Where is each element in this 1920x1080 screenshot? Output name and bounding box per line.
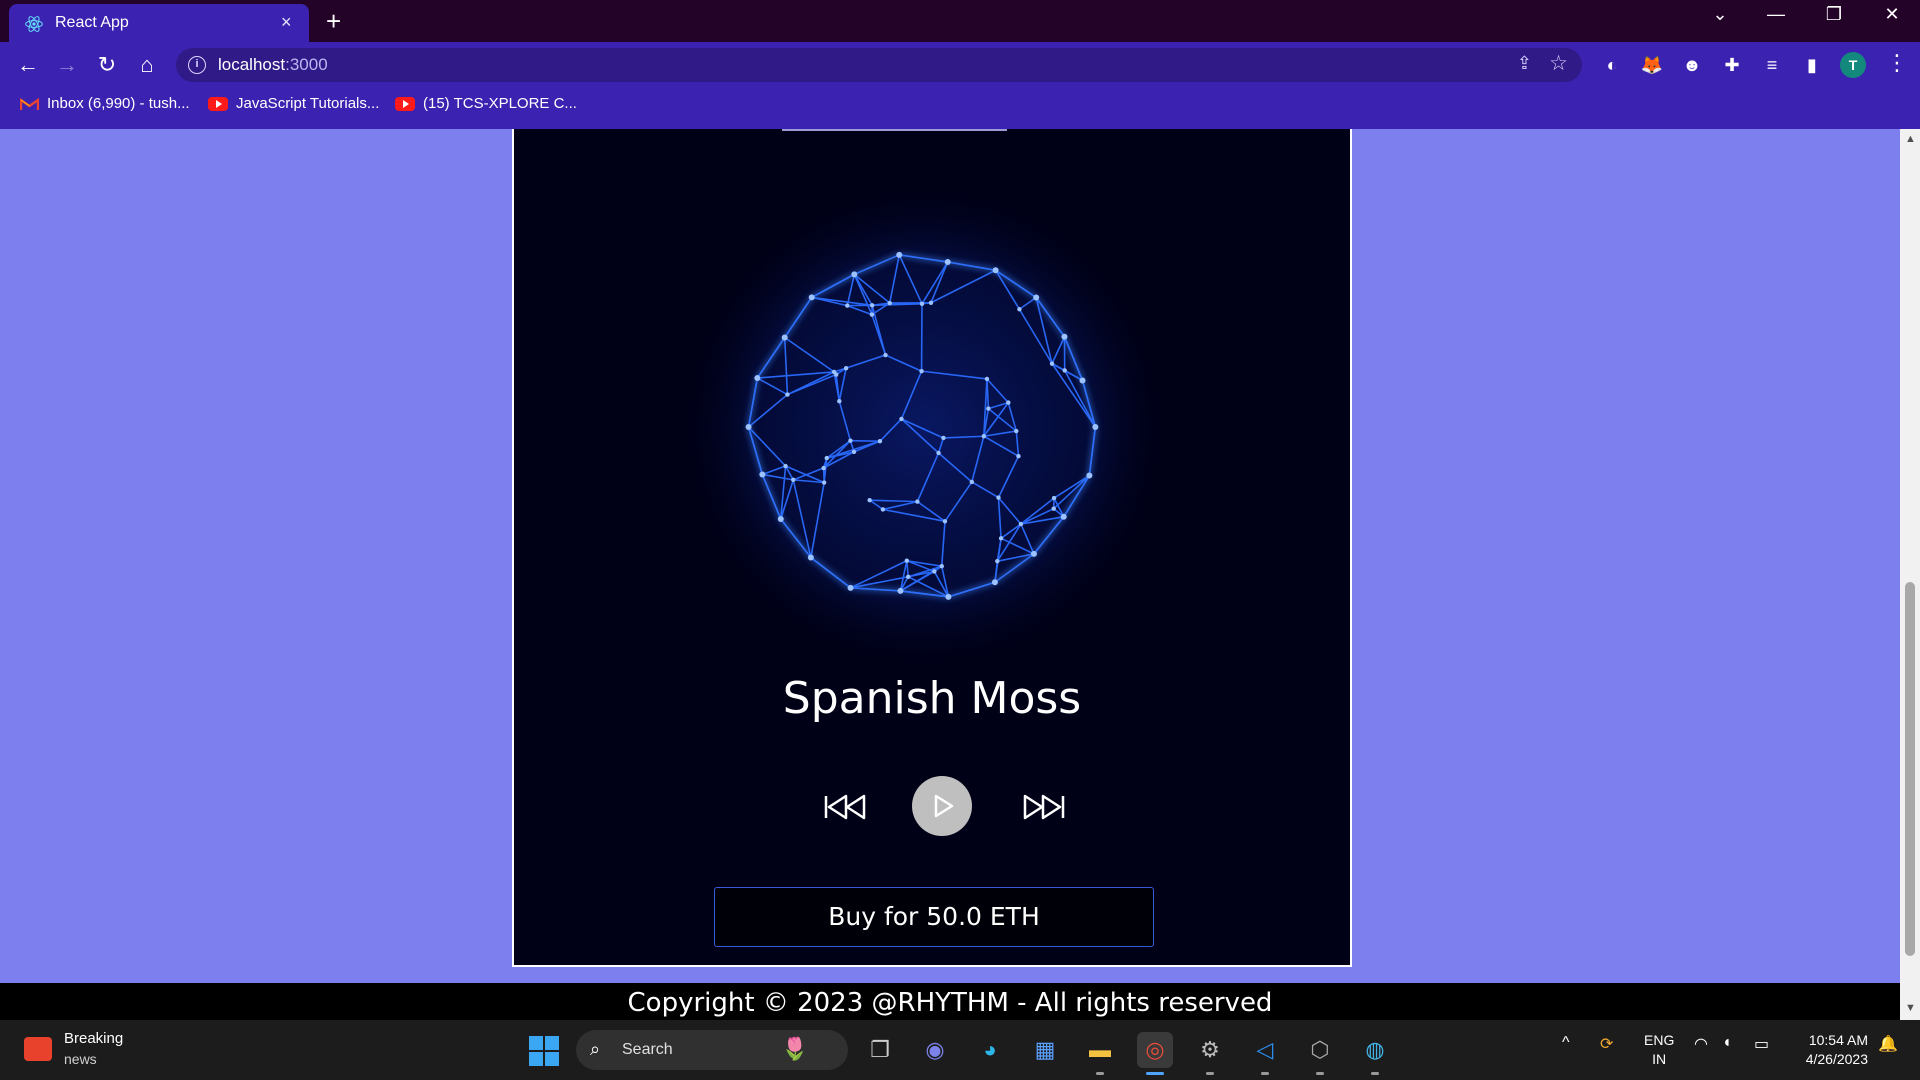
paint-app-icon[interactable]: ◍ — [1357, 1032, 1393, 1068]
close-tab-icon[interactable]: × — [281, 12, 292, 33]
search-label: Search — [622, 1041, 673, 1058]
edge-browser-icon[interactable]: ◕ — [972, 1032, 1008, 1068]
bookmark-label: Inbox (6,990) - tush... — [47, 95, 190, 112]
show-hidden-icons-chevron-icon[interactable]: ^ — [1562, 1034, 1570, 1052]
notification-bell-icon[interactable]: 🔔 — [1878, 1034, 1898, 1054]
tab-strip: React App × + ⌄ — ❐ ✕ — [0, 0, 1920, 42]
media-control-icon[interactable]: ≡ — [1760, 53, 1784, 77]
active-indicator — [1146, 1072, 1164, 1075]
play-button[interactable] — [912, 776, 972, 836]
news-widget-icon[interactable] — [24, 1037, 52, 1061]
bookmark-tcs-xplore[interactable]: (15) TCS-XPLORE C... — [395, 95, 577, 112]
page-scrollbar[interactable]: ▲ ▼ — [1900, 129, 1920, 1020]
settings-gear-icon[interactable]: ⚙ — [1192, 1032, 1228, 1068]
running-indicator — [1316, 1072, 1324, 1075]
reload-icon[interactable]: ↻ — [92, 52, 122, 78]
card-divider — [782, 129, 1007, 131]
windows-taskbar: Breaking news ⌕ Search 🌷 ❐ ◉ ◕ ▦ ▬ ◎ ⚙ ◁… — [0, 1020, 1920, 1080]
scroll-up-arrow-icon[interactable]: ▲ — [1905, 133, 1916, 145]
running-indicator — [1261, 1072, 1269, 1075]
share-icon[interactable]: ⇪ — [1517, 53, 1532, 74]
youtube-icon — [395, 96, 415, 111]
url-host: localhost — [218, 55, 286, 74]
scroll-down-arrow-icon[interactable]: ▼ — [1905, 1002, 1916, 1014]
microsoft-store-icon[interactable]: ▦ — [1027, 1032, 1063, 1068]
buy-button[interactable]: Buy for 50.0 ETH — [714, 887, 1154, 947]
sync-status-icon[interactable]: ⟳ — [1600, 1034, 1613, 1054]
search-highlight-art-icon: 🌷 — [781, 1036, 809, 1061]
song-title: Spanish Moss — [782, 673, 1082, 724]
side-panel-icon[interactable]: ▮ — [1800, 53, 1824, 77]
bookmark-javascript-tutorials[interactable]: JavaScript Tutorials... — [208, 95, 379, 112]
footer-copyright: Copyright © 2023 @RHYTHM - All rights re… — [0, 983, 1900, 1020]
lang-code: ENG — [1644, 1032, 1675, 1048]
bookmark-label: (15) TCS-XPLORE C... — [423, 95, 577, 112]
gmail-icon — [20, 97, 39, 110]
running-indicator — [1206, 1072, 1214, 1075]
play-icon — [934, 794, 954, 818]
input-language[interactable]: ENG IN — [1644, 1031, 1674, 1069]
restore-icon[interactable]: ❐ — [1814, 4, 1854, 25]
news-widget-subtitle[interactable]: news — [64, 1051, 97, 1067]
bookmark-label: JavaScript Tutorials... — [236, 95, 380, 112]
file-explorer-icon[interactable]: ▬ — [1082, 1032, 1118, 1068]
profile-avatar[interactable]: T — [1840, 52, 1866, 78]
address-bar[interactable]: i localhost:3000 ⇪ ☆ — [176, 48, 1582, 82]
teams-chat-icon[interactable]: ◉ — [917, 1032, 953, 1068]
chrome-icon[interactable]: ◎ — [1137, 1032, 1173, 1068]
browser-menu-icon[interactable]: ⋮ — [1886, 50, 1908, 76]
react-icon — [25, 16, 43, 32]
site-info-icon[interactable]: i — [188, 56, 206, 74]
news-widget-title[interactable]: Breaking — [64, 1030, 123, 1047]
battery-icon[interactable]: ▭ — [1754, 1034, 1769, 1054]
home-icon[interactable]: ⌂ — [132, 52, 162, 78]
volume-icon[interactable]: ◖ — [1722, 1034, 1732, 1052]
extension-circle-icon[interactable]: ◐ — [1600, 53, 1624, 77]
forward-icon[interactable]: → — [52, 52, 82, 78]
network-sphere-artwork — [674, 177, 1174, 677]
clock-date: 4/26/2023 — [1805, 1051, 1868, 1067]
youtube-icon — [208, 96, 228, 111]
bookmark-star-icon[interactable]: ☆ — [1549, 51, 1568, 76]
url-port: :3000 — [285, 55, 328, 74]
scroll-thumb[interactable] — [1905, 582, 1915, 956]
system-clock[interactable]: 10:54 AM 4/26/2023 — [1786, 1031, 1868, 1069]
task-view-icon[interactable]: ❐ — [862, 1032, 898, 1068]
taskbar-search[interactable]: ⌕ Search 🌷 — [576, 1030, 848, 1070]
lang-region: IN — [1652, 1051, 1667, 1067]
running-indicator — [1096, 1072, 1104, 1075]
windows-start-icon[interactable] — [529, 1036, 559, 1066]
next-track-icon[interactable] — [1021, 792, 1065, 822]
vscode-icon[interactable]: ◁ — [1247, 1032, 1283, 1068]
tab-react-app[interactable]: React App × — [9, 4, 309, 42]
previous-track-icon[interactable] — [824, 792, 868, 822]
clock-time: 10:54 AM — [1808, 1032, 1868, 1048]
wifi-icon[interactable]: ◠ — [1694, 1034, 1708, 1054]
unity-hub-icon[interactable]: ⬡ — [1302, 1032, 1338, 1068]
tab-title: React App — [55, 14, 129, 31]
minimize-icon[interactable]: — — [1756, 4, 1796, 25]
search-icon: ⌕ — [590, 1039, 601, 1059]
close-window-icon[interactable]: ✕ — [1872, 4, 1912, 25]
running-indicator — [1371, 1072, 1379, 1075]
extension-chat-icon[interactable]: ☻ — [1680, 53, 1704, 77]
url-text[interactable]: localhost:3000 — [218, 55, 328, 75]
tab-search-chevron-icon[interactable]: ⌄ — [1700, 4, 1740, 25]
bookmark-gmail[interactable]: Inbox (6,990) - tush... — [20, 95, 190, 112]
song-card: Spanish Moss Buy for 50.0 ETH — [512, 129, 1352, 967]
back-icon[interactable]: ← — [13, 52, 43, 78]
extensions-puzzle-icon[interactable]: ✚ — [1720, 53, 1744, 77]
new-tab-button[interactable]: + — [326, 6, 341, 37]
page-viewport: Spanish Moss Buy for 50.0 ETH — [0, 129, 1900, 983]
metamask-fox-icon[interactable]: 🦊 — [1640, 53, 1664, 77]
